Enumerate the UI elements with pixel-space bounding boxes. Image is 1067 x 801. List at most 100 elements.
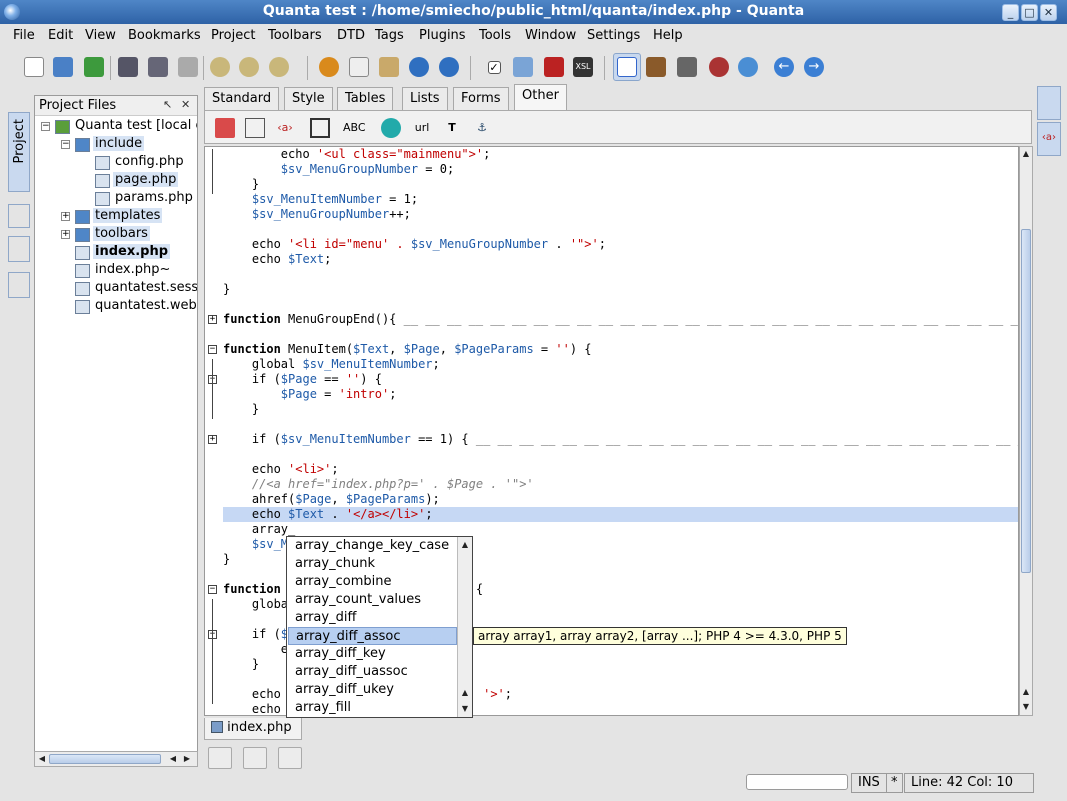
anchor-icon[interactable]: ⚓ xyxy=(472,118,492,138)
undo-icon[interactable] xyxy=(405,53,433,81)
document-tab-index[interactable]: index.php xyxy=(204,718,302,740)
copy-icon[interactable] xyxy=(345,53,373,81)
open-project-icon[interactable] xyxy=(80,53,108,81)
find-icon[interactable] xyxy=(206,53,234,81)
xsl-icon[interactable]: XSL xyxy=(569,53,597,81)
scroll-up-icon[interactable]: ▲ xyxy=(459,539,471,551)
completion-item[interactable]: array_combine xyxy=(288,573,457,591)
insert-image-icon[interactable] xyxy=(215,118,235,138)
minimize-button[interactable]: _ xyxy=(1002,4,1019,21)
frame-icon[interactable] xyxy=(310,118,330,138)
expand-icon[interactable]: + xyxy=(61,212,70,221)
completion-item[interactable]: array_diff_uassoc xyxy=(288,663,457,681)
open-file-icon[interactable] xyxy=(49,53,77,81)
save-all-icon[interactable] xyxy=(144,53,172,81)
checkbox-icon[interactable]: ✓ xyxy=(480,53,508,81)
autocomplete-popup[interactable]: array_change_key_case array_chunk array_co… xyxy=(286,536,473,718)
terminal-icon[interactable] xyxy=(208,747,232,769)
print-icon[interactable] xyxy=(174,53,202,81)
project-panel-scrollbar[interactable]: ◀ ◀ ▶ xyxy=(34,751,198,767)
view-icon[interactable] xyxy=(642,53,670,81)
layout-icon[interactable] xyxy=(673,53,701,81)
tree-item[interactable]: quantatest.webp xyxy=(35,298,197,316)
collapse-fold-icon[interactable]: − xyxy=(208,345,217,354)
tree-item[interactable]: index.php~ xyxy=(35,262,197,280)
attributes-tab-icon[interactable]: ‹a› xyxy=(1037,122,1061,156)
zoom-in-icon[interactable] xyxy=(235,53,263,81)
completion-item[interactable]: array_diff_assoc xyxy=(288,627,457,645)
completion-item[interactable]: array_diff xyxy=(288,609,457,627)
tree-item[interactable]: − include xyxy=(35,136,197,154)
scripts-icon[interactable] xyxy=(8,272,30,298)
info-icon[interactable] xyxy=(243,747,267,769)
completion-item[interactable]: array_chunk xyxy=(288,555,457,573)
zoom-out-icon[interactable] xyxy=(265,53,293,81)
url-icon[interactable]: url xyxy=(412,118,432,138)
spellcheck-icon[interactable]: ABC xyxy=(343,118,366,138)
scroll-down-icon[interactable]: ▼ xyxy=(459,703,471,715)
menu-window[interactable]: Window xyxy=(525,28,576,43)
eye-icon[interactable] xyxy=(705,53,733,81)
completion-item[interactable]: array_fill xyxy=(288,699,457,717)
collapse-icon[interactable]: − xyxy=(61,140,70,149)
debugger-icon[interactable] xyxy=(278,747,302,769)
scroll-up-icon[interactable]: ▲ xyxy=(459,687,471,699)
menu-bookmarks[interactable]: Bookmarks xyxy=(128,28,201,43)
completion-item[interactable]: array_count_values xyxy=(288,591,457,609)
scroll-right-icon[interactable]: ▶ xyxy=(181,753,193,765)
expand-fold-icon[interactable]: + xyxy=(208,435,217,444)
undock-icon[interactable]: ↖ xyxy=(163,98,172,111)
tab-forms[interactable]: Forms xyxy=(453,87,509,110)
menu-dtd[interactable]: DTD xyxy=(337,28,365,43)
forward-icon[interactable]: → xyxy=(800,53,828,81)
menu-plugins[interactable]: Plugins xyxy=(419,28,466,43)
expand-icon[interactable]: + xyxy=(61,230,70,239)
scrollbar-thumb[interactable] xyxy=(49,754,161,764)
close-button[interactable]: ✕ xyxy=(1040,4,1057,21)
documentation-tab-icon[interactable] xyxy=(1037,86,1061,120)
tab-style[interactable]: Style xyxy=(284,87,333,110)
new-file-icon[interactable] xyxy=(20,53,48,81)
popup-scrollbar[interactable]: ▲ ▲ ▼ xyxy=(457,537,472,717)
tab-standard[interactable]: Standard xyxy=(204,87,280,110)
completion-item[interactable]: array_change_key_case xyxy=(288,537,457,555)
menu-toolbars[interactable]: Toolbars xyxy=(268,28,322,43)
menu-project[interactable]: Project xyxy=(211,28,255,43)
close-panel-icon[interactable]: ✕ xyxy=(181,98,190,111)
tree-item[interactable]: quantatest.sess xyxy=(35,280,197,298)
editor-scrollbar[interactable]: ▲ ▲ ▼ xyxy=(1019,146,1033,716)
scroll-up-icon[interactable]: ▲ xyxy=(1020,686,1032,698)
structure-icon[interactable] xyxy=(8,204,30,228)
collapse-icon[interactable]: − xyxy=(41,122,50,131)
cut-icon[interactable] xyxy=(315,53,343,81)
tab-tables[interactable]: Tables xyxy=(337,87,394,110)
menu-settings[interactable]: Settings xyxy=(587,28,640,43)
tab-lists[interactable]: Lists xyxy=(402,87,448,110)
menu-tags[interactable]: Tags xyxy=(375,28,404,43)
comment-icon[interactable] xyxy=(245,118,265,138)
computer-icon[interactable] xyxy=(8,86,30,110)
completion-item[interactable]: array_diff_key xyxy=(288,645,457,663)
paste-icon[interactable] xyxy=(375,53,403,81)
tab-project[interactable]: Project xyxy=(8,112,30,192)
reload-icon[interactable] xyxy=(734,53,762,81)
scroll-up-icon[interactable]: ▲ xyxy=(1020,148,1032,160)
redo-icon[interactable] xyxy=(435,53,463,81)
text-icon[interactable]: T xyxy=(442,118,462,138)
menu-help[interactable]: Help xyxy=(653,28,683,43)
scroll-down-icon[interactable]: ▼ xyxy=(1020,701,1032,713)
expand-fold-icon[interactable]: + xyxy=(208,315,217,324)
menu-edit[interactable]: Edit xyxy=(48,28,73,43)
collapse-fold-icon[interactable]: − xyxy=(208,585,217,594)
page-icon[interactable] xyxy=(613,53,641,81)
tag-icon[interactable]: ‹a› xyxy=(275,118,295,138)
maximize-button[interactable]: □ xyxy=(1021,4,1038,21)
tree-item[interactable]: config.php xyxy=(35,154,197,172)
tree-item[interactable]: page.php xyxy=(35,172,197,190)
menu-file[interactable]: File xyxy=(13,28,35,43)
tree-item[interactable]: index.php xyxy=(35,244,197,262)
scroll-left-icon[interactable]: ◀ xyxy=(167,753,179,765)
scroll-left-icon[interactable]: ◀ xyxy=(36,753,48,765)
back-icon[interactable]: ← xyxy=(770,53,798,81)
completion-item[interactable]: array_diff_ukey xyxy=(288,681,457,699)
